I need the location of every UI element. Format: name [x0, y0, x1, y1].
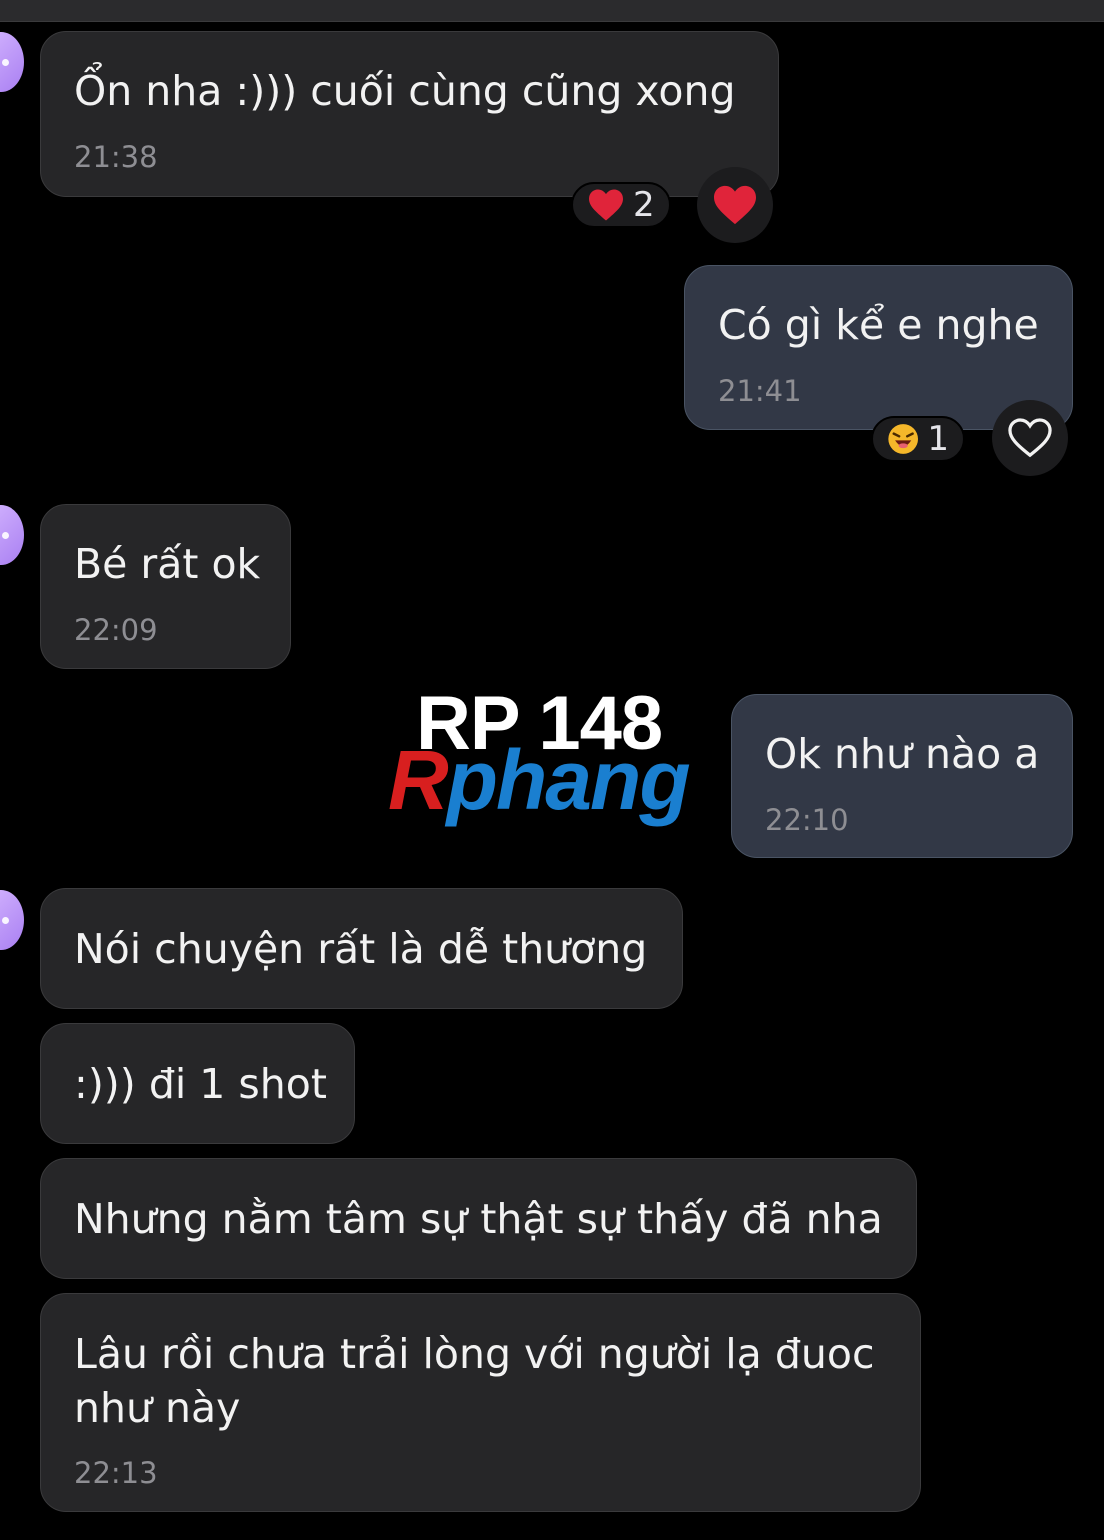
- reaction-count: 2: [633, 185, 655, 225]
- message-text: Nhưng nằm tâm sự thật sự thấy đã nha: [74, 1195, 883, 1243]
- message-bubble-incoming[interactable]: Ổn nha :))) cuối cùng cũng xong 21:38: [40, 31, 779, 197]
- message-text: Bé rất ok: [74, 540, 261, 588]
- message-time: 22:13: [74, 1456, 158, 1490]
- message-text-line-1: Lâu rồi chưa trải lòng với người lạ đuoc: [74, 1330, 875, 1378]
- avatar[interactable]: [0, 890, 24, 950]
- reaction-count: 1: [927, 419, 949, 459]
- message-text: Có gì kể e nghe: [718, 301, 1039, 349]
- message-text: :))) đi 1 shot: [74, 1060, 327, 1108]
- message-time: 22:10: [765, 803, 849, 837]
- top-bar: [0, 0, 1104, 22]
- message-bubble-incoming[interactable]: Bé rất ok 22:09: [40, 504, 291, 669]
- message-time: 21:41: [718, 374, 802, 408]
- message-text: Ok như nào a: [765, 730, 1040, 778]
- watermark-bottom-text: Rphang: [388, 733, 691, 827]
- watermark-logo: RP 148 Rphang: [388, 680, 718, 827]
- message-text: Ổn nha :))) cuối cùng cũng xong: [74, 67, 736, 115]
- reaction-summary[interactable]: 1: [871, 416, 965, 462]
- add-reaction-button[interactable]: [992, 400, 1068, 476]
- message-time: 22:09: [74, 613, 158, 647]
- my-reaction[interactable]: [697, 167, 773, 243]
- heart-icon: [714, 185, 756, 225]
- message-bubble-incoming[interactable]: Nhưng nằm tâm sự thật sự thấy đã nha: [40, 1158, 917, 1279]
- message-bubble-outgoing[interactable]: Ok như nào a 22:10: [731, 694, 1073, 858]
- laughing-emoji-icon: [888, 424, 919, 454]
- message-bubble-incoming[interactable]: Nói chuyện rất là dễ thương: [40, 888, 683, 1009]
- message-text: Nói chuyện rất là dễ thương: [74, 925, 648, 973]
- avatar[interactable]: [0, 32, 24, 92]
- avatar[interactable]: [0, 505, 24, 565]
- message-bubble-incoming[interactable]: :))) đi 1 shot: [40, 1023, 355, 1144]
- message-bubble-incoming[interactable]: Lâu rồi chưa trải lòng với người lạ đuoc…: [40, 1293, 921, 1512]
- reaction-summary[interactable]: 2: [571, 182, 671, 228]
- heart-icon: [589, 189, 623, 221]
- message-text-line-2: như này: [74, 1384, 241, 1432]
- message-time: 21:38: [74, 140, 158, 174]
- heart-outline-icon: [1008, 418, 1052, 458]
